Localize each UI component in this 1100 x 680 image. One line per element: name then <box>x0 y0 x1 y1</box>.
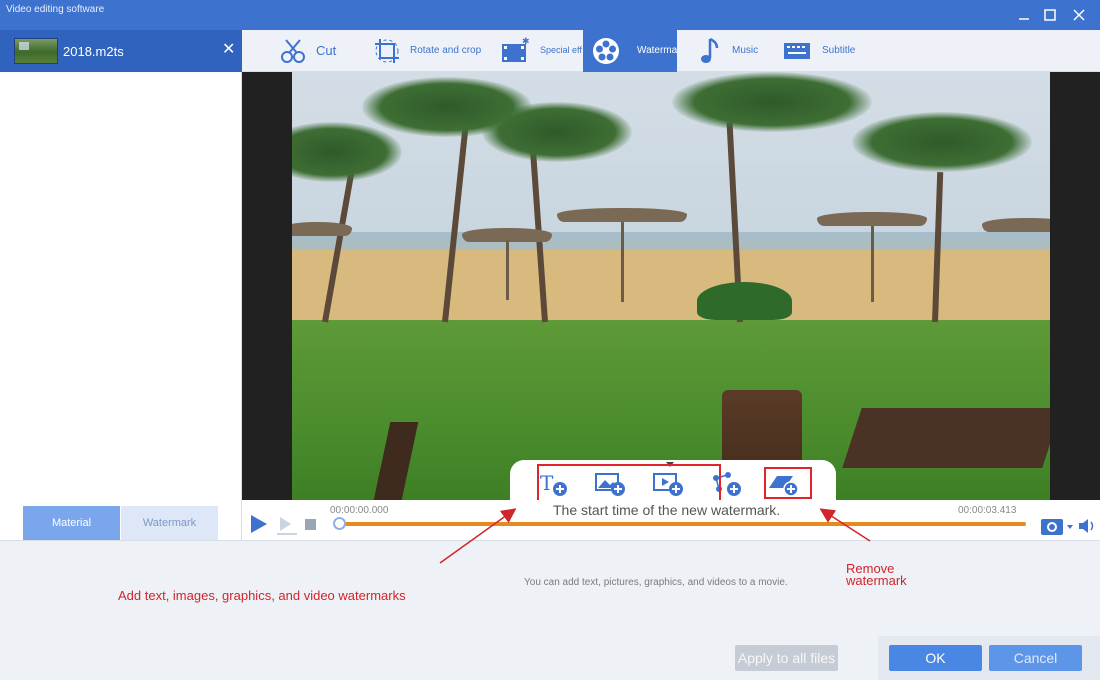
ok-button[interactable]: OK <box>889 645 982 671</box>
annotation-remove-watermark: Remove watermark <box>846 561 907 588</box>
file-tab[interactable]: 2018.m2ts ✕ <box>0 30 242 72</box>
watermark-icon <box>593 38 619 64</box>
panel-description: You can add text, pictures, graphics, an… <box>524 577 788 588</box>
minimize-button[interactable] <box>1015 6 1033 24</box>
volume-icon[interactable] <box>1077 516 1097 536</box>
tool-label: Rotate and crop <box>410 45 482 56</box>
file-list-panel <box>0 72 242 540</box>
end-time: 00:00:03.413 <box>958 505 1017 516</box>
tool-label: Watermark <box>637 45 677 56</box>
timeline-handle[interactable] <box>333 517 346 530</box>
tool-label: Cut <box>316 43 337 58</box>
tab-watermark[interactable]: Watermark <box>121 506 218 540</box>
subtitle-icon <box>784 43 810 59</box>
file-name: 2018.m2ts <box>63 44 124 59</box>
current-time: 00:00:00.000 <box>330 505 389 516</box>
next-frame-icon[interactable] <box>275 514 299 536</box>
tool-rotate-crop[interactable]: Rotate and crop <box>364 30 494 72</box>
music-icon <box>701 37 719 63</box>
tab-material[interactable]: Material <box>23 506 120 540</box>
tool-label: Special effects <box>540 45 582 55</box>
stop-icon[interactable] <box>304 518 318 532</box>
edit-toolbar: Cut Rotate and crop ✱ Special effects Wa… <box>242 30 1100 72</box>
timeline-track[interactable] <box>340 522 1026 526</box>
title-bar: Video editing software <box>0 0 1100 30</box>
file-thumbnail <box>14 38 58 64</box>
highlight-remove-watermark <box>764 467 812 499</box>
tool-label: Music <box>732 45 759 56</box>
tool-cut[interactable]: Cut <box>270 30 370 72</box>
svg-text:✱: ✱ <box>522 37 530 47</box>
cancel-button[interactable]: Cancel <box>989 645 1082 671</box>
left-tab-group: Material Watermark <box>23 506 218 540</box>
remove-file-icon[interactable]: ✕ <box>222 41 235 59</box>
highlight-add-watermarks <box>537 464 721 504</box>
close-icon <box>1073 9 1085 21</box>
apply-to-all-button[interactable]: Apply to all files <box>735 645 838 671</box>
tool-music[interactable]: Music <box>687 30 777 72</box>
minimize-icon <box>1019 18 1029 20</box>
close-window-button[interactable] <box>1070 6 1088 24</box>
crop-icon <box>375 39 399 63</box>
video-frame <box>292 72 1050 500</box>
maximize-icon <box>1044 9 1056 21</box>
app-title: Video editing software <box>6 4 105 15</box>
watermark-start-hint: The start time of the new watermark. <box>553 502 781 518</box>
tool-subtitle[interactable]: Subtitle <box>774 30 874 72</box>
annotation-add-watermarks: Add text, images, graphics, and video wa… <box>118 588 406 603</box>
cut-icon <box>281 39 305 63</box>
tool-special-effects[interactable]: ✱ Special effects <box>492 30 582 72</box>
effects-icon: ✱ <box>502 37 530 62</box>
play-icon[interactable] <box>248 513 270 535</box>
tool-watermark[interactable]: Watermark <box>583 30 677 72</box>
maximize-button[interactable] <box>1041 6 1059 24</box>
snapshot-icon[interactable] <box>1040 515 1074 537</box>
tool-label: Subtitle <box>822 45 856 56</box>
video-preview-area <box>242 72 1100 500</box>
